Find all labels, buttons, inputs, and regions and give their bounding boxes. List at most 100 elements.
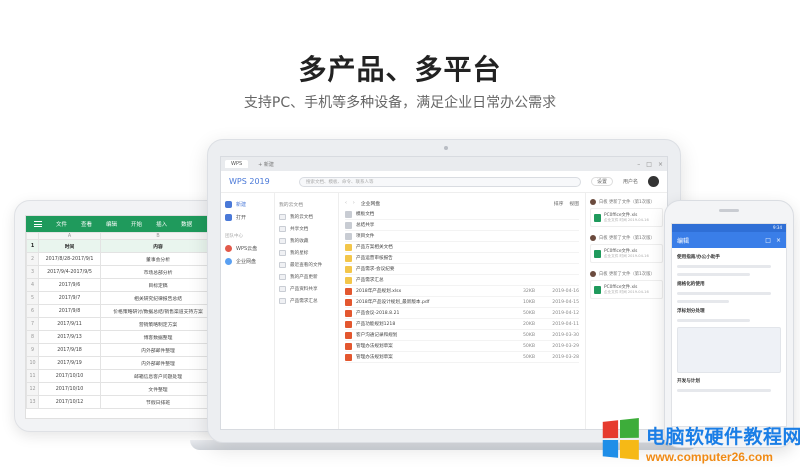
activity-item[interactable]: 白板 更新了文件（第1次版） PC0ffice文件.xls 企业文件 时间 2019… <box>590 271 663 299</box>
row-number: 6 <box>26 304 39 318</box>
close-icon[interactable]: × <box>658 161 663 168</box>
cell-time[interactable]: 2017/9/13 <box>37 330 102 344</box>
maximize-icon[interactable]: □ <box>646 161 652 168</box>
file-row[interactable]: 产品运营审核报告 <box>345 253 579 264</box>
cell-time[interactable]: 2017/9/11 <box>37 317 102 331</box>
file-row[interactable]: 总结共享 <box>345 220 579 231</box>
sort-button[interactable]: 排序 <box>554 200 564 207</box>
folder-item[interactable]: 我的收藏 <box>279 238 334 244</box>
doc-screenshot-image <box>677 327 781 373</box>
sidebar-item-open[interactable]: 打开 <box>225 214 270 221</box>
menu-icon[interactable] <box>34 221 42 227</box>
file-row[interactable]: 模板文档 <box>345 209 579 220</box>
spreadsheet-window: 文件 查看 编辑 开始 插入 数据 A B 1 时间 内容 2 2017/8/28… <box>25 215 217 419</box>
cell-content[interactable]: 内外部邮件整理 <box>100 356 216 370</box>
folder-item[interactable]: 我的产品更新 <box>279 274 334 280</box>
cell-content[interactable]: 市场总部分析 <box>100 265 216 279</box>
view-button[interactable]: 视图 <box>569 200 579 207</box>
ribbon-tab[interactable]: 数据 <box>181 220 192 228</box>
cell-time[interactable]: 2017/9/8 <box>37 304 102 318</box>
cell-time[interactable]: 2017/9/4-2017/9/5 <box>37 265 102 279</box>
cell-time[interactable]: 2017/9/18 <box>37 343 102 357</box>
settings-button[interactable]: 设置 <box>590 177 613 186</box>
cell-content[interactable]: 营销策略制定方案 <box>100 317 216 331</box>
file-row[interactable]: 管理办法规划草案 50KB 2019-03-28 <box>345 352 579 363</box>
cell-time[interactable]: 2017/9/6 <box>37 278 102 292</box>
tab-wps[interactable]: WPS <box>225 160 249 168</box>
row-number: 12 <box>26 382 39 396</box>
header-cell-time[interactable]: 时间 <box>37 239 102 253</box>
cell-content[interactable]: 博客数据整理 <box>100 330 216 344</box>
text-line <box>677 389 771 392</box>
activity-item[interactable]: 白板 更新了文件（第1次版） PC0ffice文件.xls 企业文件 时间 2019… <box>590 235 663 263</box>
activity-file-card[interactable]: PC0ffice文件.xls 企业文件 时间 2019-04-16 <box>590 280 663 299</box>
file-row[interactable]: 管理办法规划草案 50KB 2019-03-29 <box>345 341 579 352</box>
share-icon[interactable]: □ <box>765 237 771 244</box>
folder-item[interactable]: 产品资料共享 <box>279 286 334 292</box>
tab-new[interactable]: + 新建 <box>252 160 280 169</box>
activity-text: 白板 更新了文件（第1次版） <box>599 236 655 241</box>
avatar[interactable] <box>648 176 659 187</box>
folder-item[interactable]: 共享文档 <box>279 226 334 232</box>
ribbon-tab[interactable]: 插入 <box>156 220 167 228</box>
cell-content[interactable]: 目标定稿 <box>100 278 216 292</box>
activity-file-meta: 企业文件 时间 2019-04-16 <box>604 290 649 294</box>
file-row[interactable]: 产品需求-会议纪要 <box>345 264 579 275</box>
cell-content[interactable]: 相关研究纪律报告总结 <box>100 291 216 305</box>
table-row: 13 2017/10/12 节假日排班 <box>26 395 216 409</box>
document-icon <box>345 353 352 361</box>
folder-item[interactable]: 我的云文档 <box>279 214 334 220</box>
cell-time[interactable]: 2017/10/10 <box>37 382 102 396</box>
file-row[interactable]: 2018年产品设计规划_最新版本.pdf 10KB 2019-04-15 <box>345 297 579 308</box>
folder-icon <box>345 232 352 240</box>
back-icon[interactable]: ‹ <box>345 201 347 206</box>
file-name: 管理办法规划草案 <box>356 344 393 349</box>
activity-file-card[interactable]: PC0ffice文件.xls 企业文件 时间 2019-04-16 <box>590 244 663 263</box>
cell-content[interactable]: 董事会分析 <box>100 252 216 266</box>
row-number: 13 <box>26 395 39 409</box>
cell-time[interactable]: 2017/10/12 <box>37 395 102 409</box>
search-input[interactable]: 搜索文档、模板、命令、联系人等 <box>299 176 581 187</box>
breadcrumb[interactable]: 企业网盘 <box>361 200 380 207</box>
forward-icon[interactable]: › <box>353 201 355 206</box>
cell-time[interactable]: 2017/10/10 <box>37 369 102 383</box>
user-name[interactable]: 用户名 <box>623 178 638 185</box>
folder-item[interactable]: 我的星标 <box>279 250 334 256</box>
cell-content[interactable]: 节假日排班 <box>100 395 216 409</box>
ribbon-tab[interactable]: 编辑 <box>106 220 117 228</box>
activity-item[interactable]: 白板 更新了文件（第1次版） PC0ffice文件.xls 企业文件 时间 2019… <box>590 199 663 227</box>
sidebar-item-label: 新建 <box>236 202 247 208</box>
cell-content[interactable]: 价格策略研讨/数据总结/销售渠道支持方案 <box>100 304 216 318</box>
cell-time[interactable]: 2017/9/7 <box>37 291 102 305</box>
cell-time[interactable]: 2017/9/19 <box>37 356 102 370</box>
header-cell-content[interactable]: 内容 <box>100 239 216 253</box>
folder-icon <box>345 276 352 284</box>
folder-icon <box>279 250 286 256</box>
column-letter[interactable]: A <box>37 232 102 240</box>
file-row[interactable]: 产品会议-2018.8.21 50KB 2019-04-12 <box>345 308 579 319</box>
file-row[interactable]: 产品方案相关文档 <box>345 242 579 253</box>
folder-item[interactable]: 产品需求汇总 <box>279 298 334 304</box>
table-row: 6 2017/9/8 价格策略研讨/数据总结/销售渠道支持方案 <box>26 304 216 318</box>
ribbon-tab[interactable]: 开始 <box>131 220 142 228</box>
cell-content[interactable]: 文件整理 <box>100 382 216 396</box>
sidebar-item-team[interactable]: 企业网盘 <box>225 258 270 265</box>
minimize-icon[interactable]: – <box>637 161 640 168</box>
ribbon-tab[interactable]: 查看 <box>81 220 92 228</box>
activity-file-card[interactable]: PC0ffice文件.xls 企业文件 时间 2019-04-16 <box>590 208 663 227</box>
file-row[interactable]: 产品需求汇总 <box>345 275 579 286</box>
sidebar-item-cloud[interactable]: WPS云盘 <box>225 245 270 252</box>
file-row[interactable]: 客户沟通记录和规划 50KB 2019-03-30 <box>345 330 579 341</box>
file-row[interactable]: 产品功能规划1218 20KB 2019-04-11 <box>345 319 579 330</box>
file-row[interactable]: 项目文件 <box>345 231 579 242</box>
ribbon-tab[interactable]: 文件 <box>56 220 67 228</box>
file-row[interactable]: 2018年产品规划.xlsx 32KB 2019-04-16 <box>345 286 579 297</box>
column-letter[interactable]: B <box>100 232 216 240</box>
cell-content[interactable]: 内外部邮件整理 <box>100 343 216 357</box>
sidebar-item-new[interactable]: 新建 <box>225 201 270 208</box>
close-icon[interactable]: × <box>776 237 781 244</box>
cell-time[interactable]: 2017/8/28-2017/9/1 <box>37 252 102 266</box>
cell-content[interactable]: 邮箱信息客户问题处理 <box>100 369 216 383</box>
folder-item[interactable]: 最近查看的文件 <box>279 262 334 268</box>
wps-window: WPS + 新建 – □ × WPS 2019 搜索文档、模板、命令、联系人等 … <box>220 156 668 430</box>
